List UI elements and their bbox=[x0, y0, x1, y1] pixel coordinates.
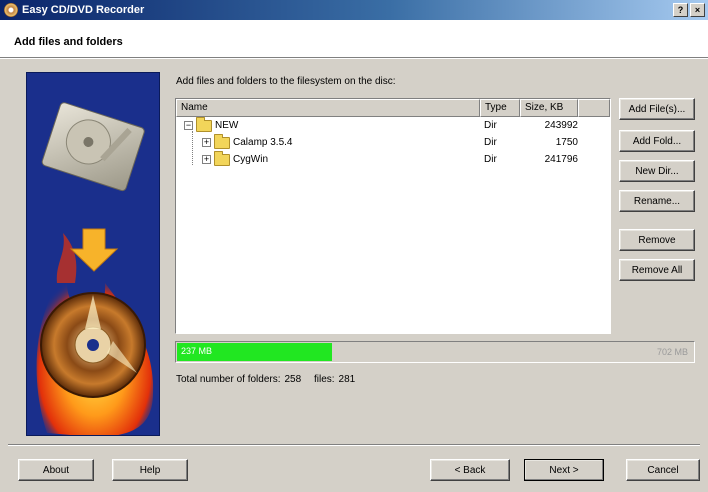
capacity-label: 702 MB bbox=[656, 347, 688, 357]
files-count: 281 bbox=[338, 374, 356, 385]
title-bar[interactable]: Easy CD/DVD Recorder ? × bbox=[0, 0, 708, 20]
folders-count: 258 bbox=[284, 374, 302, 385]
help-button[interactable]: Help bbox=[112, 459, 188, 481]
collapse-icon[interactable]: − bbox=[184, 121, 193, 130]
disc-app-icon bbox=[4, 3, 18, 17]
next-button[interactable]: Next > bbox=[524, 459, 604, 481]
row-type: Dir bbox=[484, 137, 497, 148]
wizard-banner bbox=[26, 72, 160, 436]
files-label: files: bbox=[313, 374, 335, 385]
help-title-button[interactable]: ? bbox=[673, 3, 688, 17]
table-row[interactable]: + Calamp 3.5.4 Dir 1750 bbox=[176, 133, 610, 151]
folder-icon bbox=[214, 150, 230, 166]
file-list[interactable]: Name Type Size, KB − NEW Dir 243992 + Ca… bbox=[175, 98, 611, 334]
cancel-button[interactable]: Cancel bbox=[626, 459, 700, 481]
totals-text: Total number of folders: 258 files: 281 bbox=[176, 374, 359, 385]
add-files-button[interactable]: Add File(s)... bbox=[619, 98, 695, 120]
column-header-name[interactable]: Name bbox=[176, 99, 480, 117]
footer-divider bbox=[8, 444, 700, 446]
row-name-cell: + CygWin bbox=[202, 150, 269, 168]
column-header-filler bbox=[578, 99, 610, 117]
column-header-size[interactable]: Size, KB bbox=[520, 99, 578, 117]
row-name-cell: + Calamp 3.5.4 bbox=[202, 133, 293, 151]
folder-icon bbox=[196, 116, 212, 132]
row-type: Dir bbox=[484, 154, 497, 165]
remove-button[interactable]: Remove bbox=[619, 229, 695, 251]
wizard-window: Easy CD/DVD Recorder ? × Add files and f… bbox=[0, 0, 708, 492]
expand-icon[interactable]: + bbox=[202, 155, 211, 164]
close-title-button[interactable]: × bbox=[690, 3, 705, 17]
row-size: 243992 bbox=[544, 120, 578, 131]
used-size-label: 237 MB bbox=[181, 346, 213, 356]
row-size: 1750 bbox=[555, 137, 578, 148]
folder-icon bbox=[214, 133, 230, 149]
new-dir-button[interactable]: New Dir... bbox=[619, 160, 695, 182]
rename-button[interactable]: Rename... bbox=[619, 190, 695, 212]
back-button[interactable]: < Back bbox=[430, 459, 510, 481]
row-name-cell: − NEW bbox=[184, 116, 239, 134]
instruction-text: Add files and folders to the filesystem … bbox=[176, 76, 396, 87]
table-row[interactable]: + CygWin Dir 241796 bbox=[176, 150, 610, 168]
window-title: Easy CD/DVD Recorder bbox=[22, 4, 145, 16]
header-divider bbox=[0, 58, 708, 59]
row-name: NEW bbox=[215, 120, 239, 131]
list-header: Name Type Size, KB bbox=[176, 99, 610, 117]
table-row[interactable]: − NEW Dir 243992 bbox=[176, 116, 610, 134]
about-button[interactable]: About bbox=[18, 459, 94, 481]
page-title: Add files and folders bbox=[14, 36, 123, 48]
folders-label: Total number of folders: bbox=[176, 374, 281, 385]
burn-illustration-icon bbox=[36, 102, 154, 435]
add-folder-button[interactable]: Add Fold... bbox=[619, 130, 695, 152]
wizard-header: Add files and folders bbox=[0, 20, 708, 58]
list-body: − NEW Dir 243992 + Calamp 3.5.4 Dir 1750… bbox=[176, 116, 610, 168]
remove-all-button[interactable]: Remove All bbox=[619, 259, 695, 281]
row-name: Calamp 3.5.4 bbox=[233, 137, 293, 148]
expand-icon[interactable]: + bbox=[202, 138, 211, 147]
row-size: 241796 bbox=[544, 154, 578, 165]
row-name: CygWin bbox=[233, 154, 269, 165]
title-buttons: ? × bbox=[673, 3, 705, 17]
disc-capacity-bar: 237 MB 702 MB bbox=[175, 341, 695, 363]
row-type: Dir bbox=[484, 120, 497, 131]
column-header-type[interactable]: Type bbox=[480, 99, 520, 117]
